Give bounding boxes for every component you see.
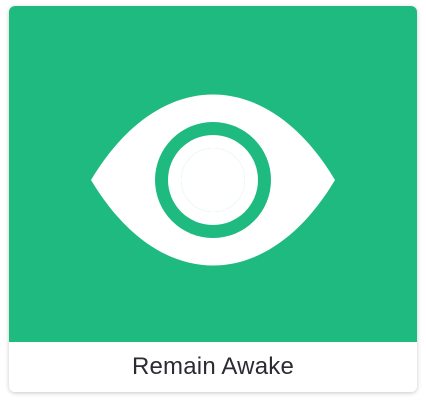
tile-icon-area bbox=[9, 6, 417, 342]
remain-awake-tile[interactable]: Remain Awake bbox=[9, 6, 417, 392]
tile-label: Remain Awake bbox=[131, 353, 295, 380]
tile-label-bar: Remain Awake bbox=[9, 342, 417, 392]
eye-icon bbox=[91, 94, 335, 266]
